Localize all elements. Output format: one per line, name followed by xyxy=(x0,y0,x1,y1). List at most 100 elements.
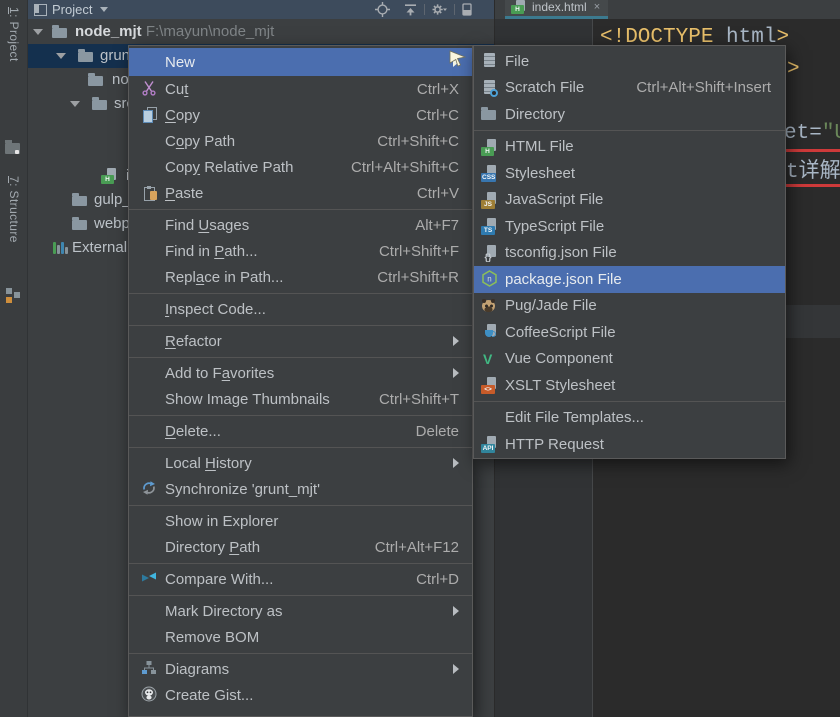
code-line-2-fragment[interactable]: > xyxy=(787,58,800,81)
tree-expand-arrow-icon[interactable] xyxy=(70,101,80,107)
folder-icon xyxy=(88,71,106,88)
sync-icon xyxy=(141,480,159,498)
panel-title: Project xyxy=(52,2,92,17)
menu-item-pug-jade-file[interactable]: Pug/Jade File xyxy=(474,293,785,320)
menu-item-new[interactable]: New xyxy=(129,48,472,76)
menu-item-show-in-explorer[interactable]: Show in Explorer xyxy=(129,508,472,534)
tree-row-label: node_mjt F:\mayun\node_mjt xyxy=(75,23,274,40)
menu-separator xyxy=(129,293,472,294)
menu-item-label: Show Image Thumbnails xyxy=(165,391,330,408)
menu-item-remove-bom[interactable]: Remove BOM xyxy=(129,624,472,650)
icon-slot xyxy=(141,132,159,150)
api-icon: API xyxy=(481,435,499,453)
menu-item-delete[interactable]: Delete...Delete xyxy=(129,418,472,444)
menu-shortcut: Ctrl+Alt+Shift+C xyxy=(323,159,459,176)
menu-item-diagrams[interactable]: Diagrams xyxy=(129,656,472,682)
menu-item-xslt-stylesheet[interactable]: <>XSLT Stylesheet xyxy=(474,372,785,399)
folder-icon xyxy=(78,47,96,64)
submenu-arrow-icon xyxy=(453,606,459,616)
menu-shortcut: Ctrl+Alt+F12 xyxy=(347,539,459,556)
menu-item-cut[interactable]: CutCtrl+X xyxy=(129,76,472,102)
menu-item-label: tsconfig.json File xyxy=(505,244,617,261)
menu-item-copy[interactable]: CopyCtrl+C xyxy=(129,102,472,128)
external-libraries-icon xyxy=(52,239,70,256)
menu-item-edit-file-templates[interactable]: Edit File Templates... xyxy=(474,405,785,432)
error-highlight-top xyxy=(786,149,840,152)
menu-item-paste[interactable]: PasteCtrl+V xyxy=(129,180,472,206)
tool-button-project[interactable]: 1: Project xyxy=(7,7,21,62)
menu-separator xyxy=(129,595,472,596)
icon-slot xyxy=(141,628,159,646)
menu-separator xyxy=(129,653,472,654)
menu-item-label: Mark Directory as xyxy=(165,603,283,620)
menu-item-synchronize-grunt-mjt[interactable]: Synchronize 'grunt_mjt' xyxy=(129,476,472,502)
tree-row-node-mjt[interactable]: node_mjt F:\mayun\node_mjt xyxy=(28,20,494,44)
locate-file-icon[interactable] xyxy=(375,2,391,17)
menu-item-tsconfig-json-file[interactable]: {} tsconfig.json File xyxy=(474,240,785,267)
menu-shortcut: Ctrl+Shift+R xyxy=(349,269,459,286)
menu-item-find-in-path[interactable]: Find in Path...Ctrl+Shift+F xyxy=(129,238,472,264)
menu-shortcut: Delete xyxy=(388,423,459,440)
menu-item-http-request[interactable]: API HTTP Request xyxy=(474,431,785,458)
js-icon: JS xyxy=(481,191,499,209)
xslt-icon: <> xyxy=(481,376,499,394)
menu-item-directory[interactable]: Directory xyxy=(474,101,785,128)
hide-panel-icon[interactable] xyxy=(460,2,476,17)
icon-slot xyxy=(141,512,159,530)
menu-item-find-usages[interactable]: Find UsagesAlt+F7 xyxy=(129,212,472,238)
menu-item-mark-directory-as[interactable]: Mark Directory as xyxy=(129,598,472,624)
tool-button-structure[interactable]: 7: Structure xyxy=(7,176,21,243)
icon-slot xyxy=(141,158,159,176)
icon-slot xyxy=(481,409,499,427)
menu-shortcut: Ctrl+D xyxy=(388,571,459,588)
icon-slot xyxy=(141,364,159,382)
tsconfig-icon: {} xyxy=(481,244,499,262)
tree-expand-arrow-icon[interactable] xyxy=(33,29,43,35)
tree-expand-arrow-icon[interactable] xyxy=(56,53,66,59)
icon-slot xyxy=(141,332,159,350)
menu-item-scratch-file[interactable]: Scratch FileCtrl+Alt+Shift+Insert xyxy=(474,75,785,102)
scratch-file-icon xyxy=(481,79,499,97)
menu-item-show-image-thumbnails[interactable]: Show Image ThumbnailsCtrl+Shift+T xyxy=(129,386,472,412)
menu-separator xyxy=(129,209,472,210)
menu-item-label: Remove BOM xyxy=(165,629,259,646)
tab-index-html[interactable]: H index.html × xyxy=(505,0,608,19)
menu-item-typescript-file[interactable]: TSTypeScript File xyxy=(474,213,785,240)
menu-item-add-to-favorites[interactable]: Add to Favorites xyxy=(129,360,472,386)
menu-item-inspect-code[interactable]: Inspect Code... xyxy=(129,296,472,322)
menu-item-create-gist[interactable]: Create Gist... xyxy=(129,682,472,708)
submenu-arrow-icon xyxy=(453,336,459,346)
menu-item-stylesheet[interactable]: CSSStylesheet xyxy=(474,160,785,187)
collapse-all-icon[interactable] xyxy=(403,2,419,17)
menu-item-javascript-file[interactable]: JSJavaScript File xyxy=(474,187,785,214)
structure-tool-icon[interactable] xyxy=(5,288,23,304)
panel-title-caret-icon[interactable] xyxy=(100,7,108,12)
menu-item-copy-relative-path[interactable]: Copy Relative PathCtrl+Alt+Shift+C xyxy=(129,154,472,180)
menu-item-vue-component[interactable]: VVue Component xyxy=(474,346,785,373)
menu-item-copy-path[interactable]: Copy PathCtrl+Shift+C xyxy=(129,128,472,154)
menu-item-replace-in-path[interactable]: Replace in Path...Ctrl+Shift+R xyxy=(129,264,472,290)
menu-item-package-json-file[interactable]: npackage.json File xyxy=(474,266,785,293)
settings-gear-icon[interactable] xyxy=(431,2,447,17)
menu-item-compare-with[interactable]: Compare With...Ctrl+D xyxy=(129,566,472,592)
menu-item-label: HTTP Request xyxy=(505,436,604,453)
menu-item-html-file[interactable]: H HTML File xyxy=(474,134,785,161)
menu-item-coffeescript-file[interactable]: CoffeeScript File xyxy=(474,319,785,346)
menu-item-label: HTML File xyxy=(505,138,574,155)
icon-slot xyxy=(141,268,159,286)
menu-item-refactor[interactable]: Refactor xyxy=(129,328,472,354)
menu-item-file[interactable]: File xyxy=(474,48,785,75)
menu-item-local-history[interactable]: Local History xyxy=(129,450,472,476)
html-icon: H xyxy=(481,138,499,156)
icon-slot xyxy=(141,602,159,620)
menu-separator xyxy=(129,325,472,326)
code-line-5-fragment[interactable]: t详解 xyxy=(786,154,840,184)
menu-item-label: New xyxy=(165,54,195,71)
project-tool-icon[interactable] xyxy=(5,141,23,157)
menu-item-directory-path[interactable]: Directory PathCtrl+Alt+F12 xyxy=(129,534,472,560)
submenu-arrow-icon xyxy=(453,458,459,468)
tab-close-icon[interactable]: × xyxy=(594,1,600,13)
menu-item-label: File xyxy=(505,53,529,70)
code-line-4-fragment[interactable]: et="U xyxy=(784,122,840,145)
menu-item-label: Synchronize 'grunt_mjt' xyxy=(165,481,320,498)
